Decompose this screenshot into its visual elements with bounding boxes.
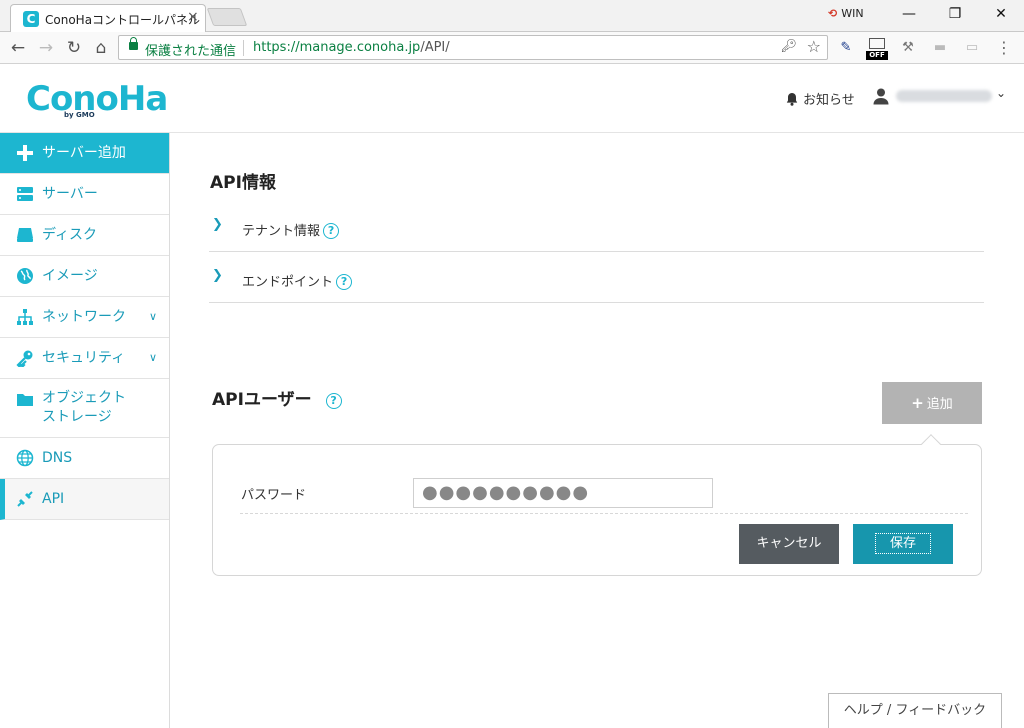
bookmark-star-icon[interactable]: ☆ bbox=[807, 37, 821, 56]
password-input[interactable]: ●●●●●●●●●● bbox=[413, 478, 713, 508]
sidebar-item-dns[interactable]: DNS bbox=[0, 438, 169, 479]
endpoint-label: エンドポイント? bbox=[242, 271, 353, 290]
url-separator bbox=[243, 40, 244, 56]
key-icon[interactable]: 🔑︎ bbox=[780, 39, 797, 54]
sidebar-item-label: セキュリティ bbox=[42, 350, 126, 366]
sidebar-item-disk[interactable]: ディスク bbox=[0, 215, 169, 256]
sidebar-item-server[interactable]: サーバー bbox=[0, 174, 169, 215]
logo-sub: by GMO bbox=[64, 111, 95, 119]
help-feedback-button[interactable]: ヘルプ / フィードバック bbox=[828, 693, 1002, 728]
chevron-right-icon: ❯ bbox=[212, 217, 223, 232]
save-button[interactable]: 保存 bbox=[853, 524, 953, 564]
new-tab-button[interactable] bbox=[206, 8, 248, 26]
tab-close-icon[interactable]: × bbox=[187, 9, 199, 25]
sidebar-item-add-server[interactable]: サーバー追加 bbox=[0, 133, 169, 174]
key-icon bbox=[16, 350, 33, 367]
sidebar-item-label: サーバー bbox=[42, 186, 98, 202]
extension-icon-2[interactable]: ▭ bbox=[962, 38, 982, 58]
server-icon bbox=[17, 187, 33, 201]
folder-icon bbox=[17, 394, 33, 406]
tab-title: ConoHaコントロールパネル bbox=[45, 13, 201, 27]
address-bar[interactable]: 保護された通信 https://manage.conoha.jp/API/ 🔑︎… bbox=[118, 35, 828, 60]
api-icon bbox=[17, 491, 33, 507]
password-label: パスワード bbox=[241, 488, 307, 503]
reload-icon[interactable]: ↻ bbox=[63, 37, 85, 59]
tenant-info-label: テナント情報? bbox=[242, 220, 340, 239]
sidebar-item-label: ネットワーク bbox=[42, 309, 126, 325]
url-text: https://manage.conoha.jp/API/ bbox=[253, 40, 450, 55]
network-icon bbox=[17, 309, 33, 325]
globe-image-icon bbox=[17, 268, 33, 284]
menu-kebab-icon[interactable]: ⋮ bbox=[994, 38, 1014, 58]
sidebar-item-image[interactable]: イメージ bbox=[0, 256, 169, 297]
win-extension-icon: ⟲ bbox=[828, 7, 838, 20]
minimize-button[interactable]: — bbox=[886, 0, 932, 30]
sidebar-item-label: イメージ bbox=[42, 268, 98, 284]
browser-toolbar: ← → ↻ ⌂ 保護された通信 https://manage.conoha.jp… bbox=[0, 32, 1024, 64]
app-header: ConoHa by GMO お知らせ ⌄ bbox=[0, 65, 1024, 133]
sidebar-item-security[interactable]: セキュリティ ∨ bbox=[0, 338, 169, 379]
disk-icon bbox=[17, 228, 33, 242]
globe-icon bbox=[16, 449, 34, 467]
endpoint-row[interactable]: ❯ エンドポイント? bbox=[209, 252, 984, 303]
help-icon[interactable]: ? bbox=[325, 393, 342, 409]
sidebar-item-label: サーバー追加 bbox=[42, 145, 126, 161]
sidebar-item-object-storage[interactable]: オブジェクト ストレージ bbox=[0, 379, 169, 438]
sidebar-item-label: DNS bbox=[42, 450, 73, 466]
lock-icon bbox=[129, 37, 138, 50]
chevron-down-icon: ∨ bbox=[149, 310, 158, 323]
secure-label: 保護された通信 bbox=[145, 44, 237, 59]
user-icon bbox=[873, 88, 889, 105]
chevron-down-icon: ∨ bbox=[149, 351, 158, 364]
sidebar-item-network[interactable]: ネットワーク ∨ bbox=[0, 297, 169, 338]
sidebar: サーバー追加 サーバー ディスク イメージ ネットワーク ∨ セキュリティ ∨ … bbox=[0, 133, 170, 728]
home-icon[interactable]: ⌂ bbox=[90, 37, 112, 59]
conoha-favicon-icon: C bbox=[23, 11, 39, 27]
user-name-blurred bbox=[896, 90, 992, 102]
close-window-button[interactable]: ✕ bbox=[978, 0, 1024, 30]
screen-off-extension-icon[interactable]: OFF bbox=[866, 38, 888, 60]
add-api-user-button[interactable]: + 追加 bbox=[882, 382, 982, 424]
tenant-info-row[interactable]: ❯ テナント情報? bbox=[209, 201, 984, 252]
bell-icon bbox=[786, 93, 798, 106]
cancel-button[interactable]: キャンセル bbox=[739, 524, 839, 564]
api-user-title: APIユーザー? bbox=[212, 385, 342, 410]
sidebar-item-api[interactable]: API bbox=[0, 479, 169, 520]
extension-icon[interactable]: ▬ bbox=[930, 38, 950, 58]
back-icon[interactable]: ← bbox=[7, 37, 29, 59]
pen-extension-icon[interactable]: ✎ bbox=[836, 38, 856, 58]
browser-titlebar: C ConoHaコントロールパネル × ⟲ WIN — ❐ ✕ bbox=[0, 0, 1024, 32]
sidebar-item-label-line2: ストレージ bbox=[42, 409, 112, 425]
sidebar-item-label: ディスク bbox=[42, 227, 98, 243]
plus-icon bbox=[17, 145, 33, 161]
sidebar-item-label: オブジェクト bbox=[42, 390, 126, 406]
form-divider bbox=[240, 513, 968, 514]
chevron-right-icon: ❯ bbox=[212, 268, 223, 283]
win-badge[interactable]: ⟲ WIN bbox=[828, 7, 864, 20]
sidebar-item-label: API bbox=[42, 491, 65, 507]
browser-tab[interactable]: C ConoHaコントロールパネル × bbox=[10, 4, 206, 32]
tool-extension-icon[interactable]: ⚒ bbox=[898, 38, 918, 58]
chevron-down-icon: ⌄ bbox=[996, 86, 1007, 100]
plus-icon: + bbox=[911, 394, 924, 412]
api-info-title: API情報 bbox=[210, 173, 276, 193]
forward-icon[interactable]: → bbox=[35, 37, 57, 59]
restore-button[interactable]: ❐ bbox=[932, 0, 978, 30]
help-icon[interactable]: ? bbox=[323, 223, 340, 239]
notice-link[interactable]: お知らせ bbox=[785, 89, 855, 108]
help-icon[interactable]: ? bbox=[336, 274, 353, 290]
conoha-logo[interactable]: ConoHa bbox=[26, 81, 168, 117]
